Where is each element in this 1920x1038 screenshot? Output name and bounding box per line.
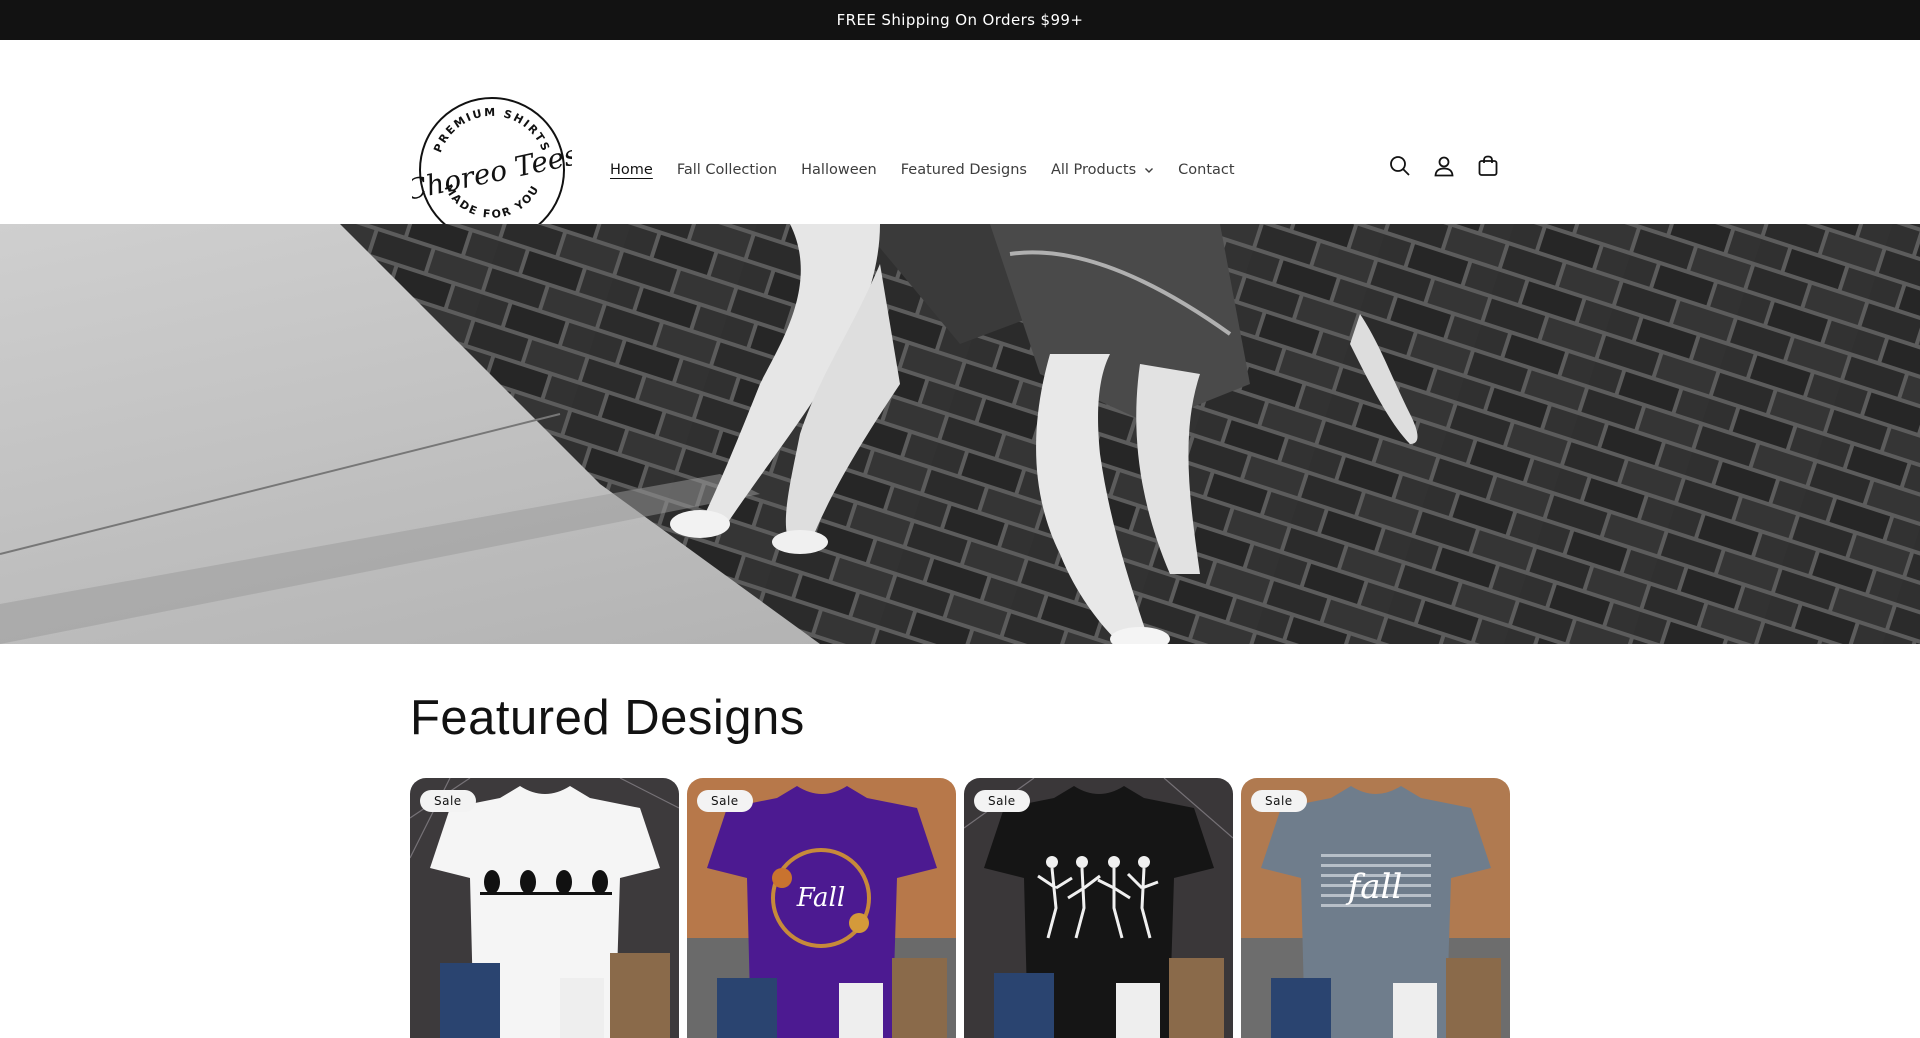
announcement-text: FREE Shipping On Orders $99+	[836, 11, 1084, 29]
product-image: fall	[1241, 778, 1510, 1038]
search-icon[interactable]	[1386, 152, 1414, 180]
sale-badge: Sale	[420, 790, 476, 812]
account-icon[interactable]	[1430, 152, 1458, 180]
sale-badge: Sale	[1251, 790, 1307, 812]
nav-item-label: Featured Designs	[900, 162, 1027, 178]
product-card[interactable]: Sale	[964, 778, 1233, 1038]
cart-icon[interactable]	[1474, 152, 1502, 180]
product-image: Fall	[687, 778, 956, 1038]
nav-item-label: Halloween	[801, 162, 877, 178]
hero-banner-image	[0, 224, 1920, 644]
product-card[interactable]: Sale fall	[1241, 778, 1510, 1038]
chevron-down-icon	[1145, 168, 1154, 173]
featured-designs-section: Featured Designs Sale Sale Fall Sale Sal…	[0, 644, 1920, 1038]
svg-text:Fall: Fall	[796, 883, 845, 913]
nav-item-label: Home	[610, 162, 653, 178]
sale-badge: Sale	[697, 790, 753, 812]
nav-item-halloween[interactable]: Halloween	[789, 158, 889, 182]
product-image	[410, 778, 679, 1038]
announcement-bar: FREE Shipping On Orders $99+	[0, 0, 1920, 40]
nav-item-fall-collection[interactable]: Fall Collection	[665, 158, 789, 182]
nav-item-label: Contact	[1178, 162, 1235, 178]
nav-item-label: All Products	[1050, 162, 1137, 178]
svg-text:fall: fall	[1345, 867, 1403, 907]
nav-item-all-products[interactable]: All Products	[1039, 158, 1166, 182]
product-card[interactable]: Sale	[410, 778, 679, 1038]
product-image	[964, 778, 1233, 1038]
nav-item-home[interactable]: Home	[598, 158, 665, 182]
product-card[interactable]: Sale Fall	[687, 778, 956, 1038]
section-title: Featured Designs	[410, 691, 805, 745]
main-nav: Home Fall Collection Halloween Featured …	[598, 158, 1247, 182]
header-icons	[1386, 152, 1502, 180]
sale-badge: Sale	[974, 790, 1030, 812]
site-header: PREMIUM SHIRTS MADE FOR YOU Choreo Tees …	[0, 40, 1920, 243]
product-grid: Sale Sale Fall Sale Sale fall	[410, 778, 1510, 1038]
nav-item-label: Fall Collection	[676, 162, 778, 178]
nav-item-contact[interactable]: Contact	[1166, 158, 1246, 182]
nav-item-featured-designs[interactable]: Featured Designs	[889, 158, 1039, 182]
